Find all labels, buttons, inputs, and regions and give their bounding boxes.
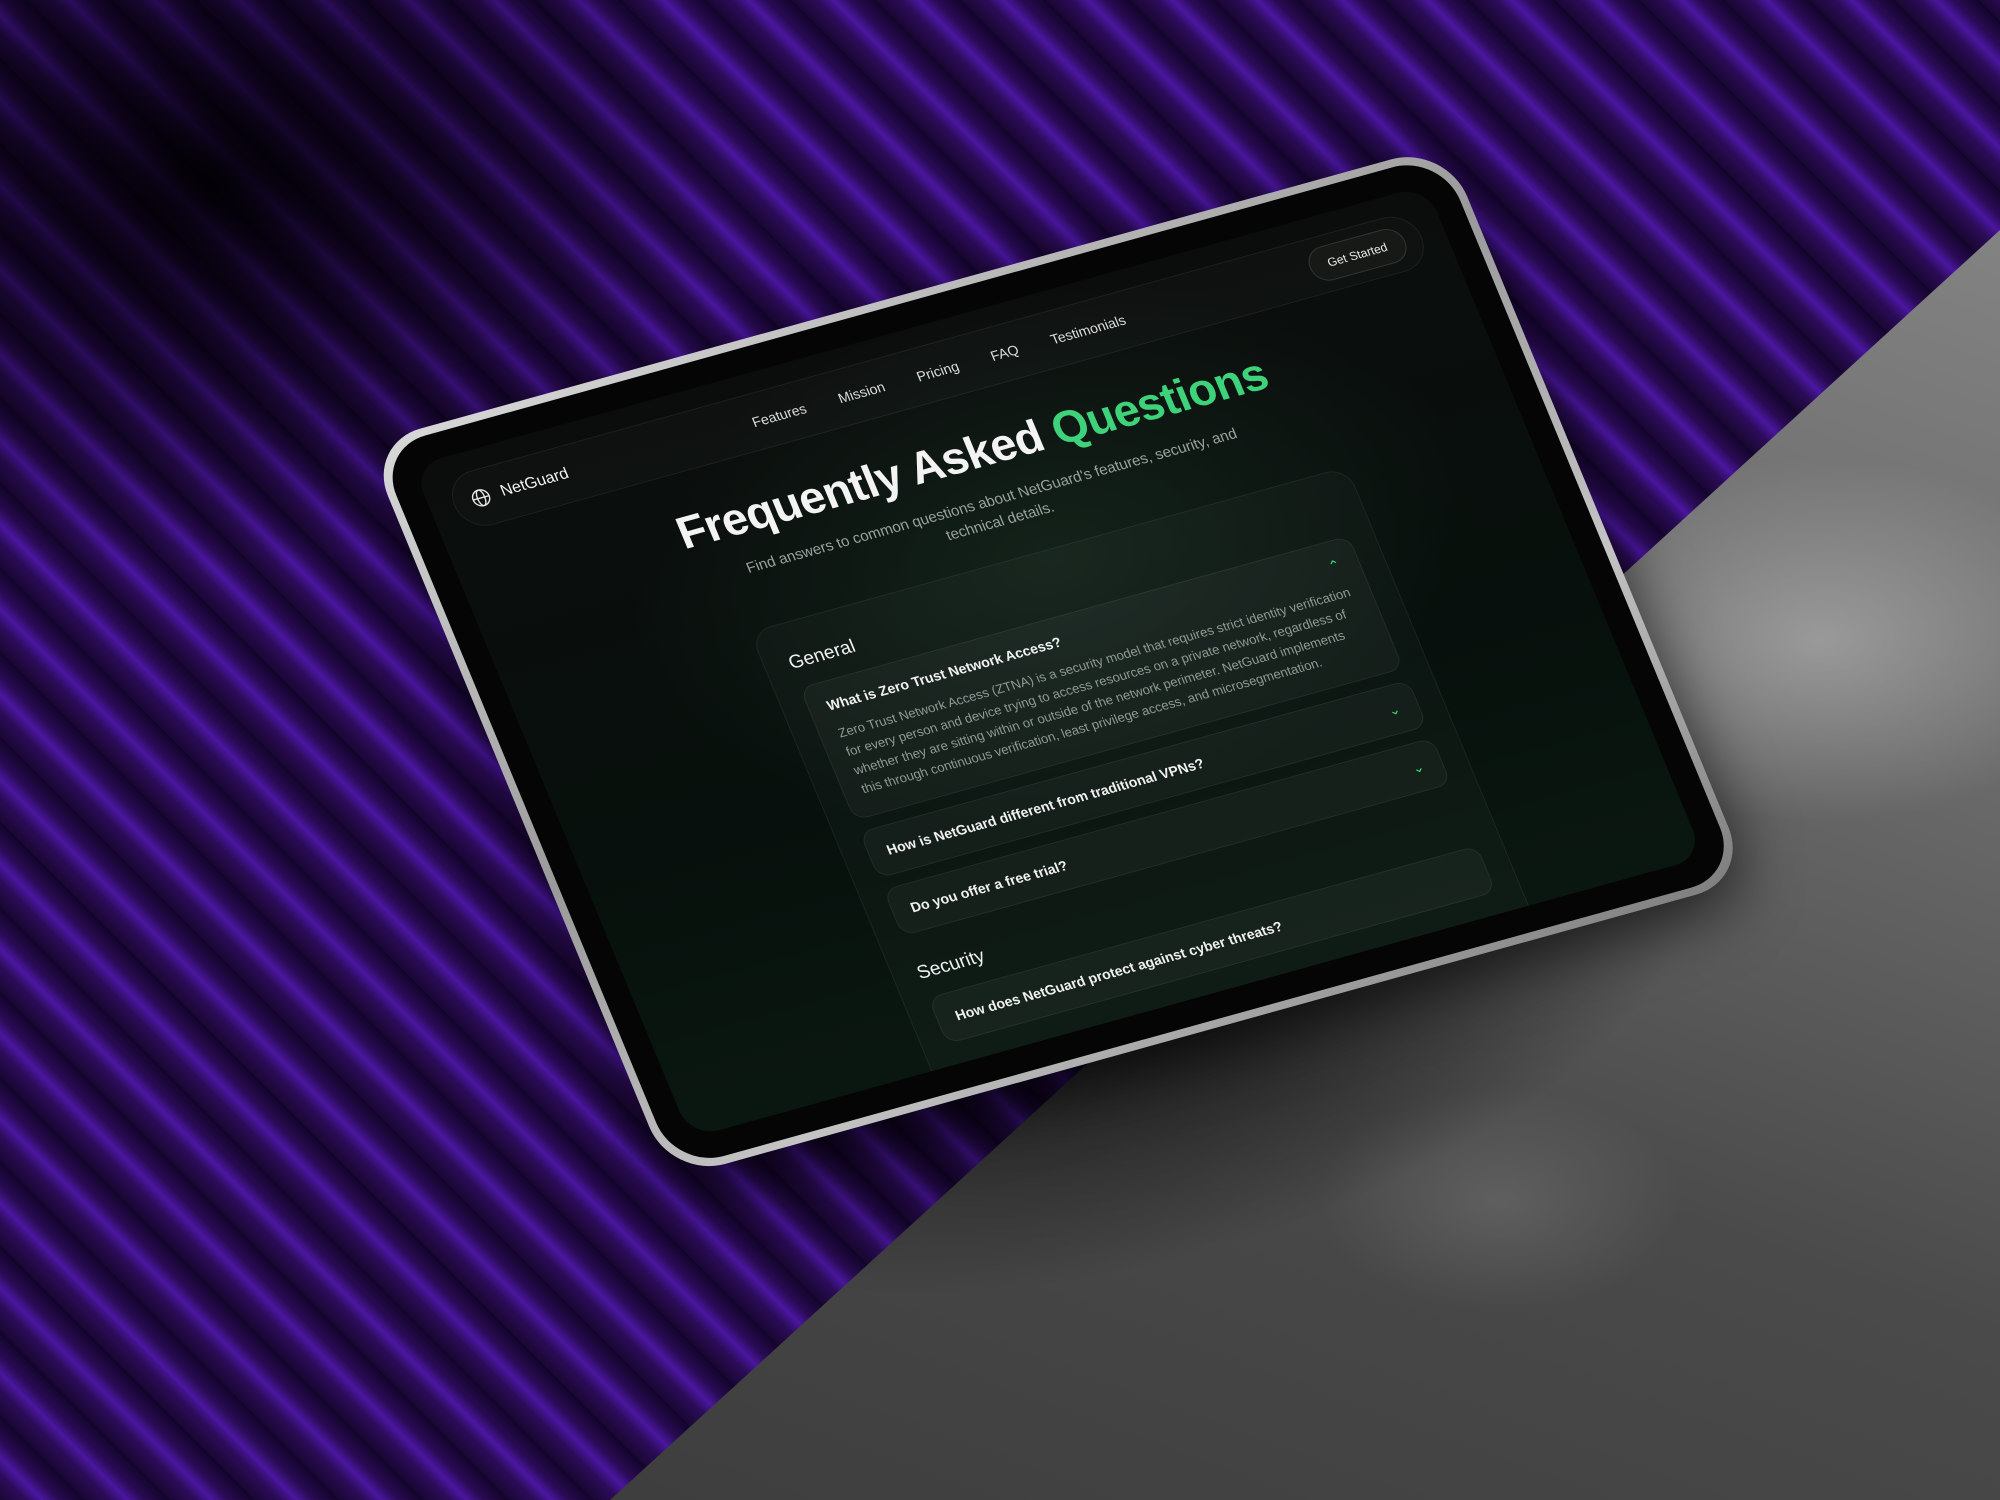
nav-link-features[interactable]: Features — [750, 400, 809, 430]
nav-link-pricing[interactable]: Pricing — [914, 358, 961, 384]
globe-icon — [471, 489, 491, 507]
nav-link-mission[interactable]: Mission — [836, 379, 888, 407]
brand-logo[interactable]: NetGuard — [466, 463, 572, 511]
nav-link-faq[interactable]: FAQ — [988, 341, 1021, 363]
get-started-button[interactable]: Get Started — [1302, 224, 1413, 285]
brand-name: NetGuard — [497, 465, 572, 500]
nav-link-testimonials[interactable]: Testimonials — [1048, 312, 1128, 347]
